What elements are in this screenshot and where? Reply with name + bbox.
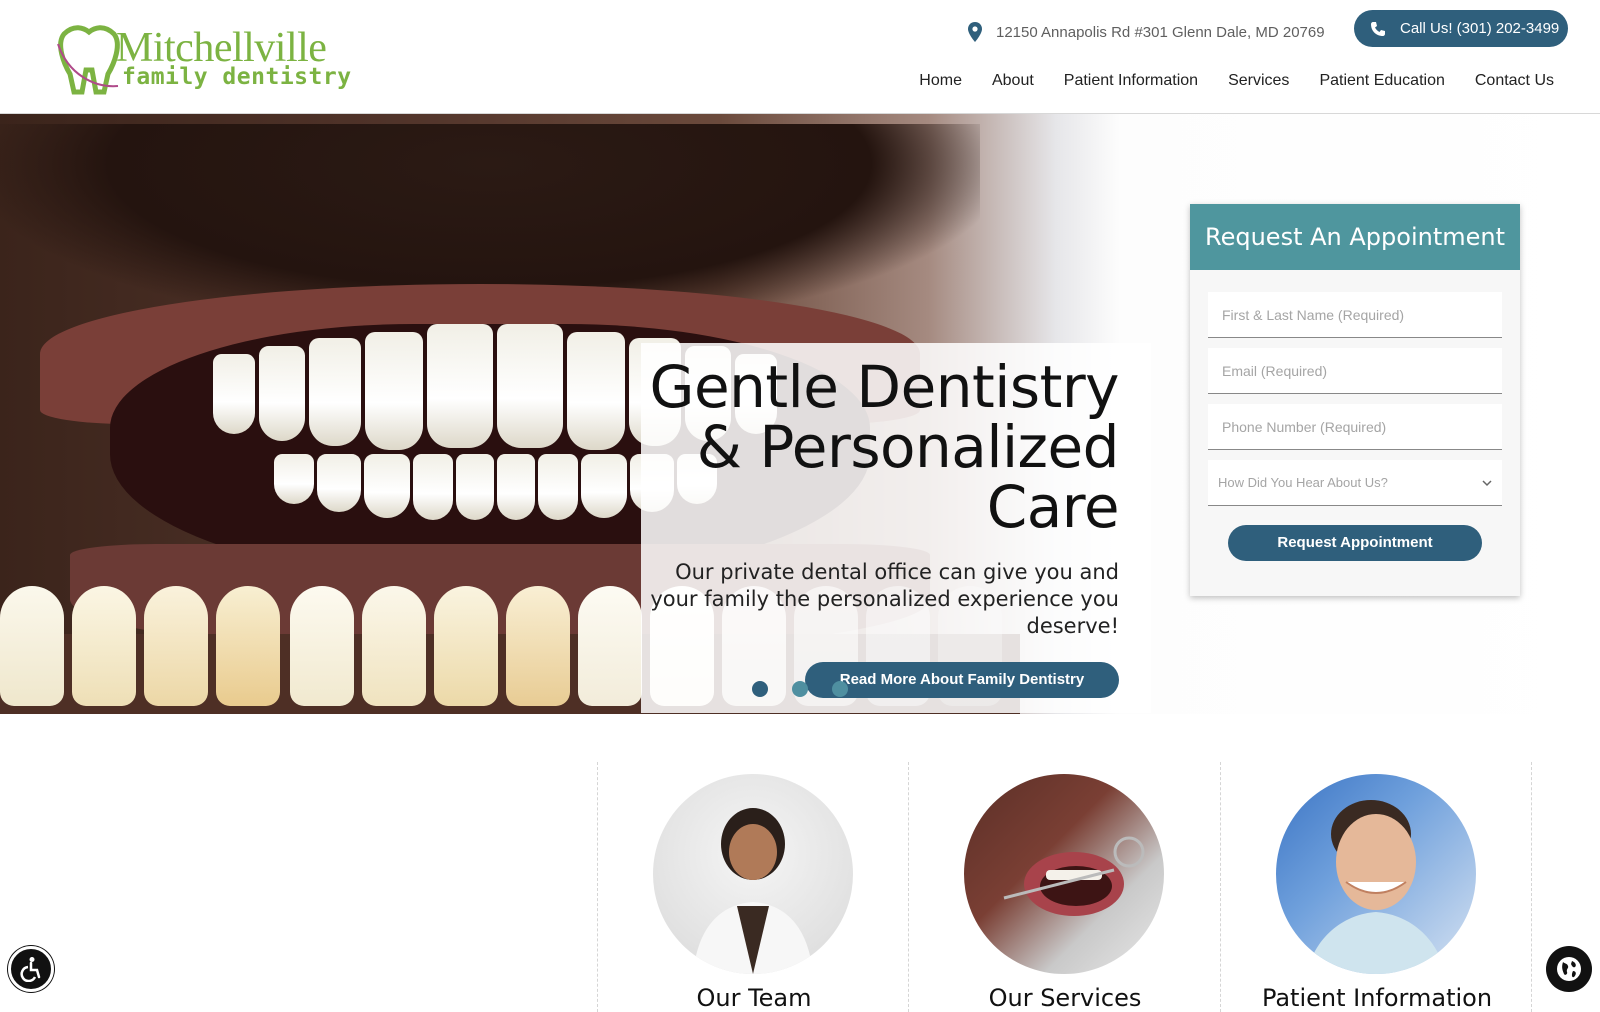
appointment-form-title: Request An Appointment — [1190, 204, 1520, 270]
slider-dots — [752, 681, 848, 697]
patient-information-photo — [1276, 774, 1476, 974]
request-appointment-button[interactable]: Request Appointment — [1228, 525, 1482, 561]
address-text: 12150 Annapolis Rd #301 Glenn Dale, MD 2… — [996, 23, 1325, 41]
email-field[interactable]: Email (Required) — [1208, 348, 1502, 394]
chevron-down-icon — [1482, 479, 1492, 486]
nav-services[interactable]: Services — [1228, 72, 1289, 90]
language-button[interactable] — [1546, 946, 1592, 992]
slider-dot-1[interactable] — [752, 681, 768, 697]
team-photo — [653, 774, 853, 974]
globe-icon — [1557, 957, 1581, 981]
feature-card-team[interactable]: Our Team — [597, 762, 909, 1012]
phone-field[interactable]: Phone Number (Required) — [1208, 404, 1502, 450]
call-us-button[interactable]: Call Us! (301) 202-3499 — [1354, 10, 1568, 47]
nav-patient-education[interactable]: Patient Education — [1319, 72, 1444, 90]
read-more-button[interactable]: Read More About Family Dentistry — [805, 662, 1119, 698]
hero-description: Our private dental office can give you a… — [650, 560, 1119, 638]
feature-title: Our Services — [988, 984, 1142, 1012]
nav-about[interactable]: About — [992, 72, 1034, 90]
services-photo — [964, 774, 1164, 974]
slider-dot-3[interactable] — [832, 681, 848, 697]
appointment-form: Request An Appointment First & Last Name… — [1190, 204, 1520, 596]
feature-title: Our Team — [696, 984, 812, 1012]
accessibility-icon — [20, 957, 41, 982]
site-header: Mitchellville family dentistry 12150 Ann… — [0, 0, 1600, 114]
call-us-label: Call Us! (301) 202-3499 — [1400, 20, 1560, 37]
nav-patient-information[interactable]: Patient Information — [1064, 72, 1198, 90]
accessibility-button[interactable] — [8, 946, 54, 992]
name-field[interactable]: First & Last Name (Required) — [1208, 292, 1502, 338]
nav-home[interactable]: Home — [919, 72, 962, 90]
referral-source-select[interactable]: How Did You Hear About Us? — [1208, 460, 1502, 506]
nav-contact-us[interactable]: Contact Us — [1475, 72, 1554, 90]
feature-title: Patient Information — [1261, 984, 1493, 1012]
logo-subtitle: family dentistry — [122, 64, 352, 90]
office-address[interactable]: 12150 Annapolis Rd #301 Glenn Dale, MD 2… — [968, 20, 1325, 44]
referral-source-placeholder: How Did You Hear About Us? — [1218, 475, 1388, 490]
phone-icon — [1371, 21, 1385, 36]
feature-card-services[interactable]: Our Services — [908, 762, 1220, 1012]
hero-title: Gentle Dentistry & Personalized Care — [649, 353, 1120, 541]
feature-section: Our Team Our Services Patient Informatio… — [0, 714, 1600, 1012]
feature-card-patient-information[interactable]: Patient Information — [1220, 762, 1532, 1012]
slider-dot-2[interactable] — [792, 681, 808, 697]
map-pin-icon — [968, 22, 982, 42]
main-nav: Home About Patient Information Services … — [919, 72, 1554, 90]
site-logo[interactable]: Mitchellville family dentistry — [54, 24, 354, 96]
tooth-logo-icon — [57, 25, 120, 95]
hero-caption: Gentle Dentistry & Personalized Care Our… — [641, 343, 1151, 713]
